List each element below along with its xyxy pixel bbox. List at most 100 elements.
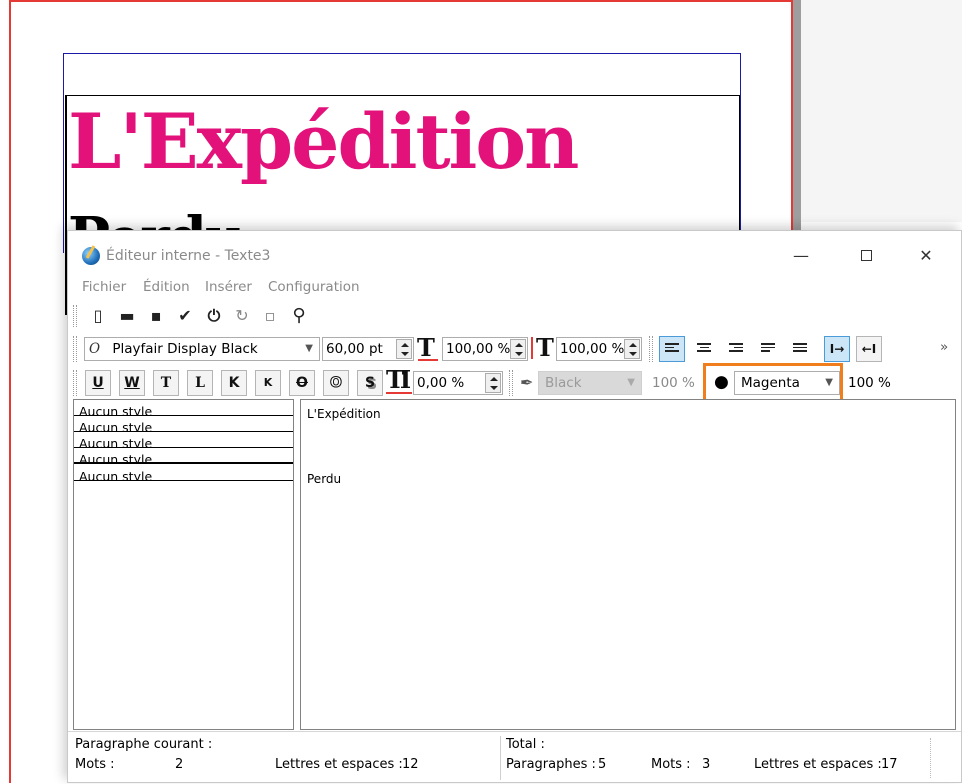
- spin-arrows[interactable]: [510, 339, 526, 359]
- scribus-app-icon: [82, 247, 100, 265]
- page-border-left: [9, 0, 11, 783]
- page-shadow: [793, 0, 801, 230]
- blank-page-icon[interactable]: ▫: [259, 305, 281, 327]
- toolbar-grip[interactable]: [649, 336, 653, 362]
- chevron-down-icon: ▼: [627, 377, 635, 388]
- align-left-button[interactable]: [659, 336, 685, 362]
- title-bar[interactable]: Éditeur interne - Texte3 — ✕: [68, 231, 961, 279]
- style-row[interactable]: Aucun style: [74, 465, 293, 481]
- force-justify-icon: [793, 343, 807, 355]
- save-icon[interactable]: ▪: [145, 305, 167, 327]
- paragraph-line: L'Expédition: [307, 407, 381, 421]
- text-direction-ltr-icon: I→: [829, 342, 845, 356]
- total-letters-value: 17: [881, 757, 898, 772]
- file-toolbar: ▯ ▬ ▪ ✔ ⏻ ↻ ▫ ⚲: [68, 301, 961, 331]
- subscript-button[interactable]: T: [153, 370, 179, 396]
- document-title: L'Expédition: [68, 97, 579, 186]
- toolbar-grip[interactable]: [73, 336, 77, 362]
- maximize-button[interactable]: [843, 241, 889, 271]
- underline-words-button[interactable]: W: [119, 370, 145, 396]
- maximize-icon: [860, 250, 872, 261]
- power-icon[interactable]: ⏻: [203, 305, 225, 327]
- align-right-icon: [729, 343, 743, 355]
- spin-arrows[interactable]: [396, 339, 412, 359]
- chevron-down-icon: ▼: [305, 343, 313, 354]
- shadow-button[interactable]: S: [357, 370, 383, 396]
- spin-arrows[interactable]: [485, 373, 501, 393]
- menu-bar: Fichier Édition Insérer Configuration: [68, 275, 961, 299]
- horizontal-scale-indicator: [418, 359, 438, 361]
- total-letters-label: Lettres et espaces :: [754, 757, 882, 772]
- tracking-input[interactable]: 0,00 %: [413, 371, 503, 395]
- words-value: 2: [175, 757, 184, 772]
- vertical-scale-value: 100,00 %: [560, 341, 625, 357]
- underline-button[interactable]: U: [85, 370, 111, 396]
- outline-button[interactable]: O: [323, 370, 349, 396]
- justify-icon: [761, 343, 775, 355]
- stroke-pen-icon: ✒: [520, 373, 534, 392]
- toolbar-grip[interactable]: [73, 305, 77, 327]
- justify-button[interactable]: [755, 336, 781, 362]
- style-row[interactable]: Aucun style: [74, 448, 293, 464]
- align-right-button[interactable]: [723, 336, 749, 362]
- reload-icon[interactable]: ↻: [231, 305, 253, 327]
- direction-rtl-button[interactable]: ←I: [856, 336, 882, 362]
- status-bar: Paragraphe courant : Mots : 2 Lettres et…: [68, 731, 961, 784]
- style-row[interactable]: Aucun style: [74, 416, 293, 432]
- font-family-select[interactable]: O Playfair Display Black ▼: [84, 337, 320, 361]
- horizontal-scale-input[interactable]: 100,00 %: [442, 337, 528, 361]
- superscript-button[interactable]: L: [187, 370, 213, 396]
- opentype-font-icon: O: [89, 341, 101, 357]
- new-document-icon[interactable]: ▯: [87, 305, 109, 327]
- strikethrough-button[interactable]: O: [289, 370, 315, 396]
- tracking-value: 0,00 %: [417, 375, 465, 391]
- tracking-icon: TI: [386, 365, 411, 394]
- more-tools-icon[interactable]: »: [940, 339, 948, 355]
- stroke-color-select[interactable]: Black ▼: [538, 371, 642, 395]
- resize-grip-icon[interactable]: [930, 738, 950, 778]
- align-left-icon: [665, 343, 679, 355]
- spin-arrows[interactable]: [624, 339, 640, 359]
- tracking-indicator: [386, 392, 412, 394]
- current-paragraph-label: Paragraphe courant :: [75, 737, 213, 752]
- menu-edit[interactable]: Édition: [143, 279, 190, 295]
- vertical-scale-input[interactable]: 100,00 %: [556, 337, 642, 361]
- menu-insert[interactable]: Insérer: [205, 279, 252, 295]
- menu-file[interactable]: Fichier: [82, 279, 126, 295]
- close-button[interactable]: ✕: [903, 241, 949, 271]
- paragraphs-label: Paragraphes :: [506, 757, 596, 772]
- all-caps-button[interactable]: K: [221, 370, 247, 396]
- align-center-button[interactable]: [691, 336, 717, 362]
- small-caps-button[interactable]: K: [255, 370, 281, 396]
- story-editor-window: Éditeur interne - Texte3 — ✕ Fichier Édi…: [67, 230, 962, 783]
- force-justify-button[interactable]: [787, 336, 813, 362]
- page-border-top: [9, 0, 793, 2]
- workspace-background: [801, 0, 962, 222]
- style-row[interactable]: Aucun style: [74, 400, 293, 416]
- toolbar-grip[interactable]: [509, 370, 513, 396]
- vertical-scale-indicator: [531, 337, 533, 359]
- total-label: Total :: [506, 737, 545, 752]
- open-folder-icon[interactable]: ▬: [116, 305, 138, 327]
- paragraph-line: Perdu: [307, 472, 342, 486]
- words-label: Mots :: [75, 757, 115, 772]
- minimize-button[interactable]: —: [778, 241, 824, 271]
- text-edit-area[interactable]: L'Expédition Perdu: [300, 399, 956, 730]
- style-row[interactable]: Aucun style: [74, 432, 293, 448]
- checkmark-icon[interactable]: ✔: [174, 305, 196, 327]
- paragraphs-value: 5: [598, 757, 607, 772]
- align-center-icon: [697, 343, 711, 355]
- paragraph-styles-list[interactable]: Aucun style Aucun style Aucun style Aucu…: [73, 399, 294, 730]
- toolbar-grip[interactable]: [73, 370, 77, 396]
- menu-configuration[interactable]: Configuration: [268, 279, 360, 295]
- letters-label: Lettres et espaces :: [275, 757, 403, 772]
- direction-ltr-button[interactable]: I→: [824, 336, 850, 362]
- vertical-scale-icon: T: [536, 333, 554, 362]
- letters-value: 12: [402, 757, 419, 772]
- stroke-shade-value[interactable]: 100 %: [652, 375, 695, 391]
- fill-shade-value[interactable]: 100 %: [848, 375, 891, 391]
- text-direction-rtl-icon: ←I: [861, 342, 877, 356]
- font-size-input[interactable]: 60,00 pt: [322, 337, 414, 361]
- font-family-value: Playfair Display Black: [112, 341, 258, 357]
- search-icon[interactable]: ⚲: [288, 305, 310, 327]
